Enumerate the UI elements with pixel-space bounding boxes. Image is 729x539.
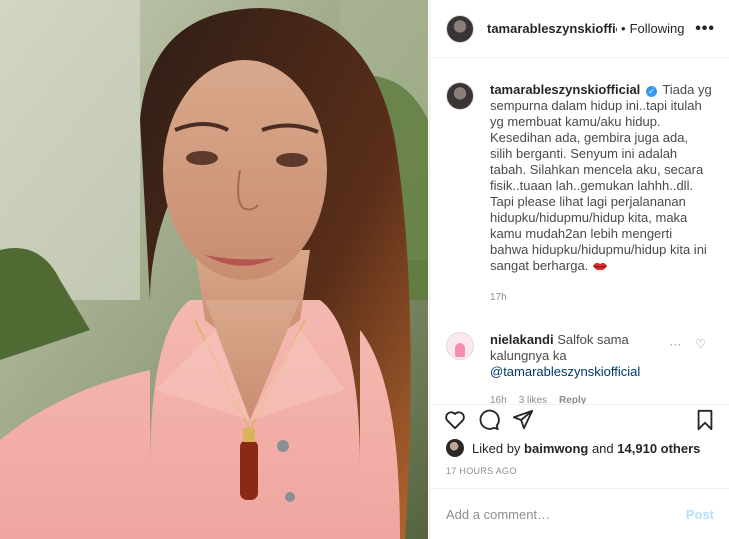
likes-summary: Liked by baimwong and 14,910 others [446,439,700,457]
author-username[interactable]: tamarableszynskiofficial [487,21,617,36]
commenter-username[interactable]: nielakandi [490,332,554,347]
comment-mention-link[interactable]: @tamarableszynskiofficial [490,364,640,379]
comment-heart-icon[interactable]: ♡ [695,337,706,351]
selfie-image [0,0,428,539]
caption: tamarableszynskiofficial ✓ Tiada yg semp… [430,59,729,306]
save-button[interactable] [692,407,718,433]
separator-dot: • [621,21,626,36]
liker-avatar[interactable] [446,439,464,457]
comment-likes[interactable]: 3 likes [519,393,547,404]
post-header: tamarableszynskiofficial • Following ••• [430,0,729,58]
post-photo[interactable] [0,0,428,539]
liker-username[interactable]: baimwong [524,441,588,456]
share-paper-plane-icon [512,409,534,430]
like-button[interactable] [442,407,468,433]
comment-button[interactable] [476,407,502,433]
liked-by-prefix: Liked by [472,440,521,456]
comment-time[interactable]: 16h [490,393,507,404]
lips-emoji-icon [592,262,607,271]
add-comment-bar: Post [430,488,729,539]
comment-bubble-icon [479,409,500,431]
more-options-icon[interactable]: ••• [695,20,715,38]
following-button[interactable]: Following [630,21,685,36]
caption-time[interactable]: 17h [490,290,714,306]
caption-username[interactable]: tamarableszynskiofficial [490,82,640,97]
author-avatar[interactable] [446,14,474,43]
verified-badge-icon: ✓ [645,86,657,97]
comment-item: nielakandi Salfok sama kalungnya ka @tam… [430,306,729,404]
commenter-avatar[interactable] [446,332,474,360]
bookmark-icon [697,409,713,431]
liked-by-conj: and [591,440,614,456]
heart-icon [445,411,465,430]
post-comment-button[interactable]: Post [686,507,714,522]
action-bar [430,404,729,435]
share-button[interactable] [510,407,536,433]
likes-count-link[interactable]: 14,910 others [617,441,700,456]
reply-button[interactable]: Reply [559,393,586,404]
add-comment-input[interactable] [446,506,686,522]
comment-options-icon[interactable]: ··· [669,337,681,351]
post-timestamp[interactable]: 17 HOURS AGO [446,466,517,476]
comments-section[interactable]: tamarableszynskiofficial ✓ Tiada yg semp… [430,59,729,404]
caption-avatar[interactable] [446,82,474,110]
caption-text: Tiada yg sempurna dalam hidup ini..tapi … [490,82,712,273]
post-panel: tamarableszynskiofficial • Following •••… [429,0,729,539]
